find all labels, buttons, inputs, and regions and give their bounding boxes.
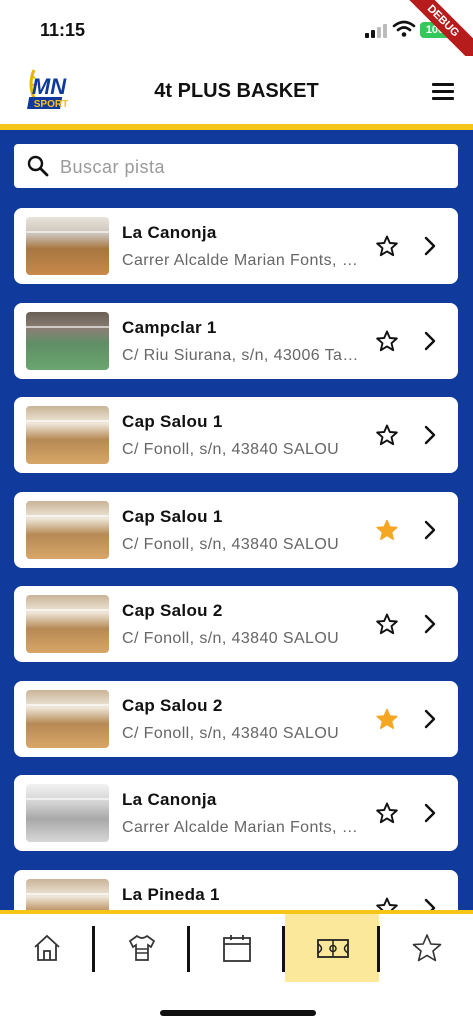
court-address: Carrer Alcalde Marian Fonts, s/n [122,819,362,836]
nav-tab-home[interactable] [0,914,94,982]
app-header: MN SPORT 4t PLUS BASKET [0,56,473,124]
court-name: Cap Salou 1 [122,506,223,526]
nav-tab-courts[interactable] [285,914,379,982]
court-thumbnail [26,784,109,842]
home-icon [34,934,60,961]
menu-button[interactable] [430,81,456,101]
court-thumbnail [26,878,109,910]
chevron-right-icon[interactable] [424,425,436,445]
bottom-nav [0,914,473,1024]
court-name: La Canonja [122,223,217,242]
wifi-icon [392,20,416,37]
court-address: C/ Riu Siurana, s/n, 43006 Tarragona [122,346,362,364]
court-name: Cap Salou 2 [122,695,223,715]
court-address: C/ Fonoll, s/n, 43840 SALOU [122,441,340,458]
search-input[interactable] [58,144,442,190]
court-card[interactable]: Cap Salou 1 C/ Fonoll, s/n, 43840 SALOU [14,491,458,568]
chevron-right-icon[interactable] [424,709,436,729]
court-address: C/ Fonoll, s/n, 43840 SALOU [122,535,340,553]
court-name: La Pineda 1 [122,884,220,904]
status-time: 11:15 [40,20,86,40]
court-card[interactable]: La Canonja Carrer Alcalde Marian Fonts, s… [14,208,458,284]
court-icon [317,939,349,958]
star-filled-icon[interactable] [375,707,399,731]
star-icon [412,934,442,962]
court-name: Cap Salou 2 [122,601,223,620]
courts-list-area[interactable]: La Canonja Carrer Alcalde Marian Fonts, s… [0,130,473,910]
home-indicator [160,1010,316,1016]
nav-tab-favorites[interactable] [380,914,473,982]
jersey-icon [128,934,156,961]
nav-tab-calendar[interactable] [190,914,284,982]
court-address: C/ Fonoll, s/n, 43840 SALOU [122,724,340,742]
court-address: C/ Fonoll, s/n, 43840 SALOU [122,630,340,647]
star-filled-icon[interactable] [375,518,399,542]
court-thumbnail [26,689,109,748]
star-outline-icon[interactable] [375,329,399,353]
cellular-signal-icon [365,22,389,38]
court-address: Carrer Alcalde Marian Fonts, s/n [122,252,362,269]
court-card[interactable]: La Canonja Carrer Alcalde Marian Fonts, s… [14,775,458,851]
status-bar: 11:15 100 DEBUG [0,0,473,70]
court-thumbnail [26,500,109,559]
court-card[interactable]: Cap Salou 1 C/ Fonoll, s/n, 43840 SALOU [14,397,458,473]
star-outline-icon[interactable] [375,801,399,825]
court-name: Cap Salou 1 [122,412,223,431]
court-thumbnail [26,406,109,464]
star-outline-icon[interactable] [375,234,399,258]
court-thumbnail [26,217,109,275]
court-name: La Canonja [122,790,217,809]
court-card[interactable]: Cap Salou 2 C/ Fonoll, s/n, 43840 SALOU [14,680,458,757]
chevron-right-icon[interactable] [424,614,436,634]
court-name: Campclar 1 [122,317,217,337]
search-icon [27,155,49,177]
court-card[interactable]: Campclar 1 C/ Riu Siurana, s/n, 43006 Tar… [14,302,458,379]
chevron-right-icon[interactable] [424,520,436,540]
calendar-icon [223,935,251,962]
court-card[interactable]: Cap Salou 2 C/ Fonoll, s/n, 43840 SALOU [14,586,458,662]
star-outline-icon[interactable] [375,896,399,911]
star-outline-icon[interactable] [375,612,399,636]
chevron-right-icon[interactable] [424,803,436,823]
page-title: 4t PLUS BASKET [154,80,319,102]
chevron-right-icon[interactable] [424,898,436,911]
chevron-right-icon[interactable] [424,236,436,256]
chevron-right-icon[interactable] [424,331,436,351]
search-bar[interactable] [14,144,458,190]
court-thumbnail [26,311,109,370]
court-card[interactable]: La Pineda 1 [14,869,458,911]
star-outline-icon[interactable] [375,423,399,447]
court-thumbnail [26,595,109,653]
nav-tab-teams[interactable] [95,914,189,982]
